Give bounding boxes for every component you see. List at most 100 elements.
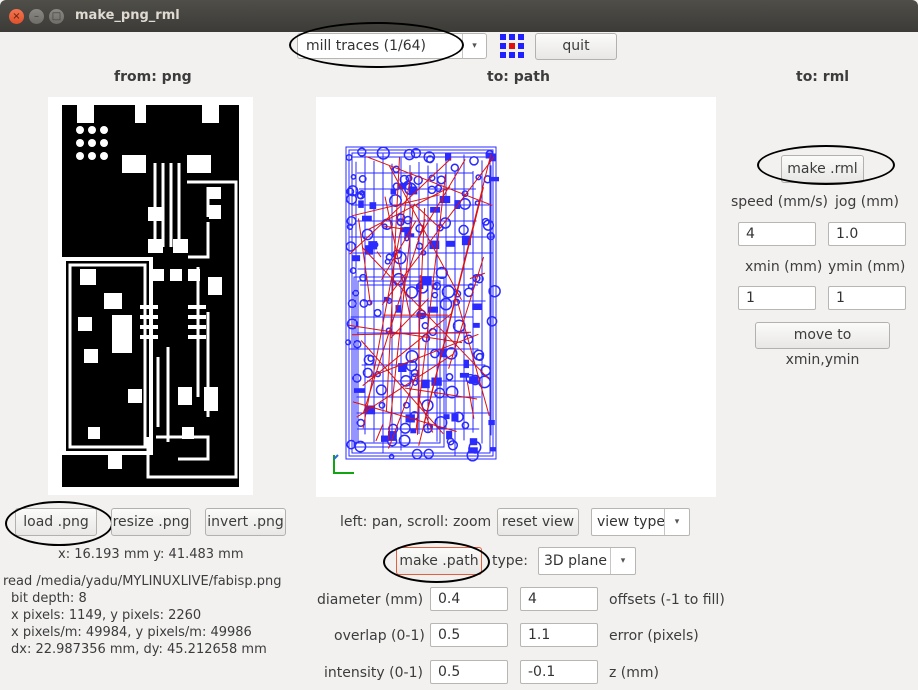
toolpath-pad: [489, 176, 499, 182]
jog-label: jog (mm): [835, 194, 899, 210]
toolpath-pad: [436, 175, 446, 185]
offsets-input[interactable]: 4: [520, 587, 598, 611]
toolpath-pad: [359, 189, 365, 196]
toolpath-pad: [472, 303, 482, 310]
toolpath-pad: [469, 155, 479, 166]
toolpath-pad: [357, 147, 367, 157]
toolpath-pad: [459, 372, 469, 378]
chevron-down-icon[interactable]: ▾: [610, 548, 635, 574]
toolpath-pad: [408, 186, 418, 195]
header-to-rml: to: rml: [796, 69, 850, 85]
toolpath-canvas[interactable]: [316, 97, 716, 497]
toolpath-pad: [469, 438, 478, 446]
intensity-label: intensity (0-1): [324, 665, 423, 681]
toolpath-pad: [362, 215, 372, 221]
xmin-input[interactable]: 1: [738, 286, 816, 310]
quit-button[interactable]: quit: [535, 33, 617, 60]
move-to-xmin-ymin-button[interactable]: move to xmin,ymin: [755, 322, 890, 368]
header-to-path: to: path: [487, 69, 550, 85]
annotation-ellipse-make-path: [383, 541, 490, 583]
toolpath-pad: [390, 189, 397, 195]
pcb-image[interactable]: [48, 97, 253, 495]
window-minimize-button[interactable]: –: [29, 9, 44, 24]
cursor-coordinates: x: 16.193 mm y: 41.483 mm: [58, 547, 244, 562]
type-select[interactable]: 3D plane ▾: [538, 547, 636, 575]
toolpath-pad: [434, 184, 443, 193]
toolpath-pad: [375, 384, 387, 396]
axis-indicator-icon: [333, 454, 354, 474]
ymin-label: ymin (mm): [828, 259, 906, 275]
toolpath-pad: [378, 401, 386, 409]
z-label: z (mm): [609, 665, 659, 681]
type-label: type:: [492, 553, 528, 569]
toolpath-pad: [388, 453, 395, 460]
reset-view-button[interactable]: reset view: [497, 508, 579, 536]
toolpath-pad: [468, 447, 478, 453]
view-type-value: view type: [597, 514, 665, 530]
toolpath-pad: [351, 255, 361, 262]
speed-label: speed (mm/s): [731, 194, 828, 210]
toolpath-pad: [349, 267, 357, 275]
toolpath-pad: [403, 148, 416, 161]
z-input[interactable]: -0.1: [520, 660, 598, 684]
chevron-down-icon[interactable]: ▾: [462, 34, 486, 58]
app-logo-icon: [500, 34, 524, 58]
toolpath-pad: [381, 435, 389, 442]
header-from-png: from: png: [114, 69, 192, 85]
toolpath-pad: [354, 388, 366, 393]
toolpath-pad: [369, 202, 377, 210]
toolpath-pad: [445, 240, 456, 247]
toolpath-pad: [450, 163, 460, 173]
toolpath-pad: [427, 185, 437, 195]
png-info-line-4: x pixels/m: 49984, y pixels/m: 49986: [11, 625, 252, 640]
error-input[interactable]: 1.1: [520, 623, 598, 647]
toolpath-pad: [469, 376, 479, 384]
toolpath-pad: [410, 428, 417, 434]
type-select-value: 3D plane: [544, 553, 607, 569]
offsets-label: offsets (-1 to fill): [609, 592, 725, 608]
toolpath-pad: [446, 430, 453, 440]
annotation-ellipse-load-png: [5, 501, 113, 546]
window-close-button[interactable]: ×: [9, 9, 24, 24]
toolpath-pad: [473, 322, 480, 328]
toolpath-pad: [423, 448, 434, 460]
toolpath-move: [417, 159, 466, 240]
invert-png-button[interactable]: invert .png: [205, 508, 286, 536]
view-type-select[interactable]: view type ▾: [591, 508, 690, 536]
window-maximize-button[interactable]: □: [49, 9, 64, 24]
chevron-down-icon[interactable]: ▾: [664, 509, 689, 535]
resize-png-button[interactable]: resize .png: [111, 508, 191, 536]
diameter-input[interactable]: 0.4: [430, 587, 508, 611]
toolpath-pad: [353, 340, 362, 349]
speed-input[interactable]: 4: [738, 222, 816, 246]
toolpath-pad: [463, 359, 469, 369]
overlap-label: overlap (0-1): [334, 628, 425, 644]
toolpath-pad: [431, 377, 442, 386]
toolpath-pad: [486, 315, 498, 327]
toolpath-pad: [421, 379, 430, 389]
overlap-input[interactable]: 0.5: [430, 623, 508, 647]
toolpath-move: [376, 251, 382, 258]
toolpath-pad: [451, 413, 459, 422]
toolpath-pad: [350, 174, 357, 180]
path-preview-panel[interactable]: [316, 97, 716, 497]
toolpath-pad: [428, 327, 437, 337]
png-info-line-5: dx: 22.987356 mm, dy: 45.212658 mm: [11, 642, 267, 657]
view-hint: left: pan, scroll: zoom: [340, 514, 492, 530]
annotation-ellipse-make-rml: [757, 145, 895, 185]
annotation-ellipse-process: [289, 22, 464, 68]
jog-input[interactable]: 1.0: [828, 222, 906, 246]
toolpath-pad: [443, 414, 450, 420]
ymin-input[interactable]: 1: [828, 286, 906, 310]
intensity-input[interactable]: 0.5: [430, 660, 508, 684]
toolpath-pad: [421, 322, 429, 330]
toolpath-pad: [488, 420, 495, 426]
png-info-line-2: bit depth: 8: [11, 591, 87, 606]
toolpath-move: [448, 256, 485, 369]
png-preview-panel: [48, 97, 253, 495]
diameter-label: diameter (mm): [317, 592, 424, 608]
toolpath-pad: [373, 308, 382, 317]
toolpath-pad: [345, 339, 352, 346]
toolpath-pad: [411, 448, 423, 460]
toolpath-pad: [489, 447, 497, 452]
